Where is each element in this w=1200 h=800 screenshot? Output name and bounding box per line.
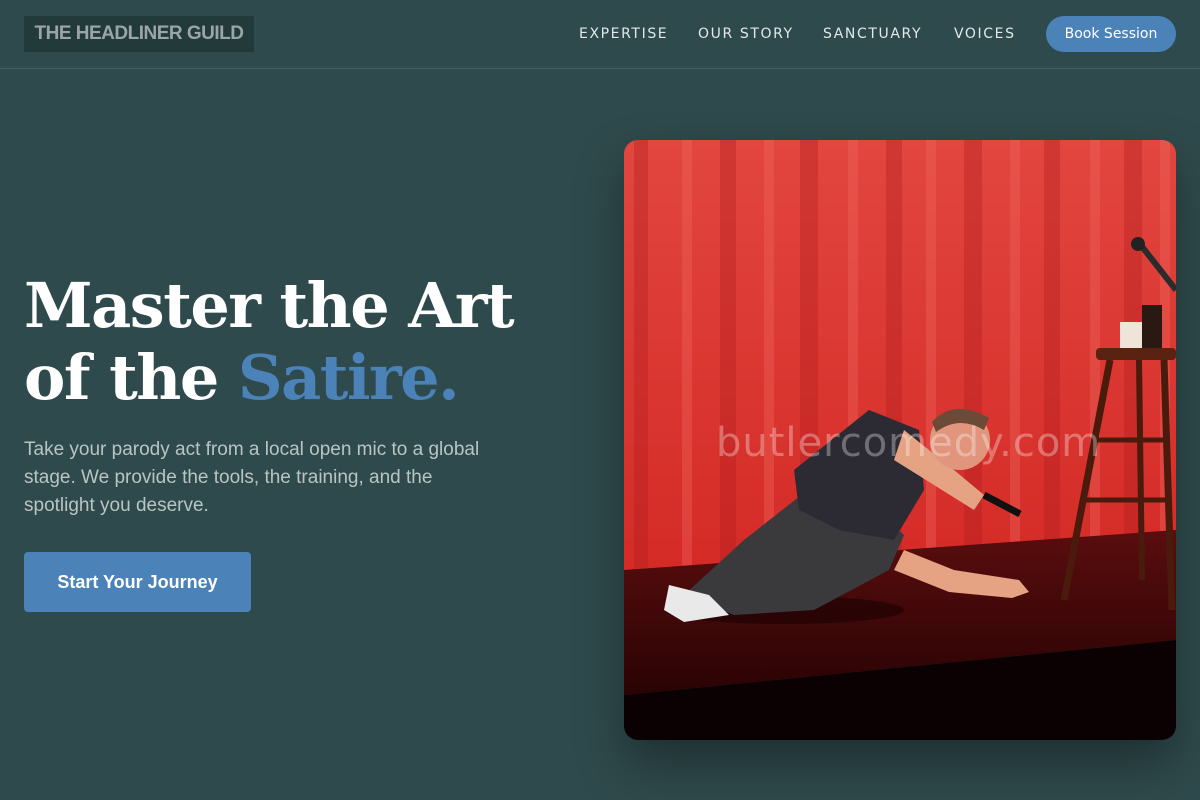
start-journey-button[interactable]: Start Your Journey	[24, 552, 251, 612]
nav-link-our-story[interactable]: OUR STORY	[698, 24, 794, 44]
book-session-button[interactable]: Book Session	[1046, 16, 1176, 52]
hero-subtitle: Take your parody act from a local open m…	[24, 439, 480, 516]
nav-link-expertise[interactable]: EXPERTISE	[579, 24, 668, 44]
nav-link-voices[interactable]: VOICES	[954, 24, 1016, 44]
hero-title-line2-prefix: of the	[24, 341, 238, 414]
top-navbar: THE HEADLINER GUILD EXPERTISE OUR STORY …	[0, 0, 1200, 69]
hero-title-accent: Satire.	[237, 341, 460, 414]
hero-title: Master the Art of the Satire.	[24, 270, 584, 414]
main-nav: EXPERTISE OUR STORY SANCTUARY VOICES	[0, 24, 1200, 44]
nav-link-sanctuary[interactable]: SANCTUARY	[823, 24, 922, 44]
hero-title-line1: Master the Art	[24, 269, 515, 342]
hero-comedian-photo: butlercomedy.com	[624, 140, 1176, 740]
image-watermark: butlercomedy.com	[716, 420, 1102, 466]
